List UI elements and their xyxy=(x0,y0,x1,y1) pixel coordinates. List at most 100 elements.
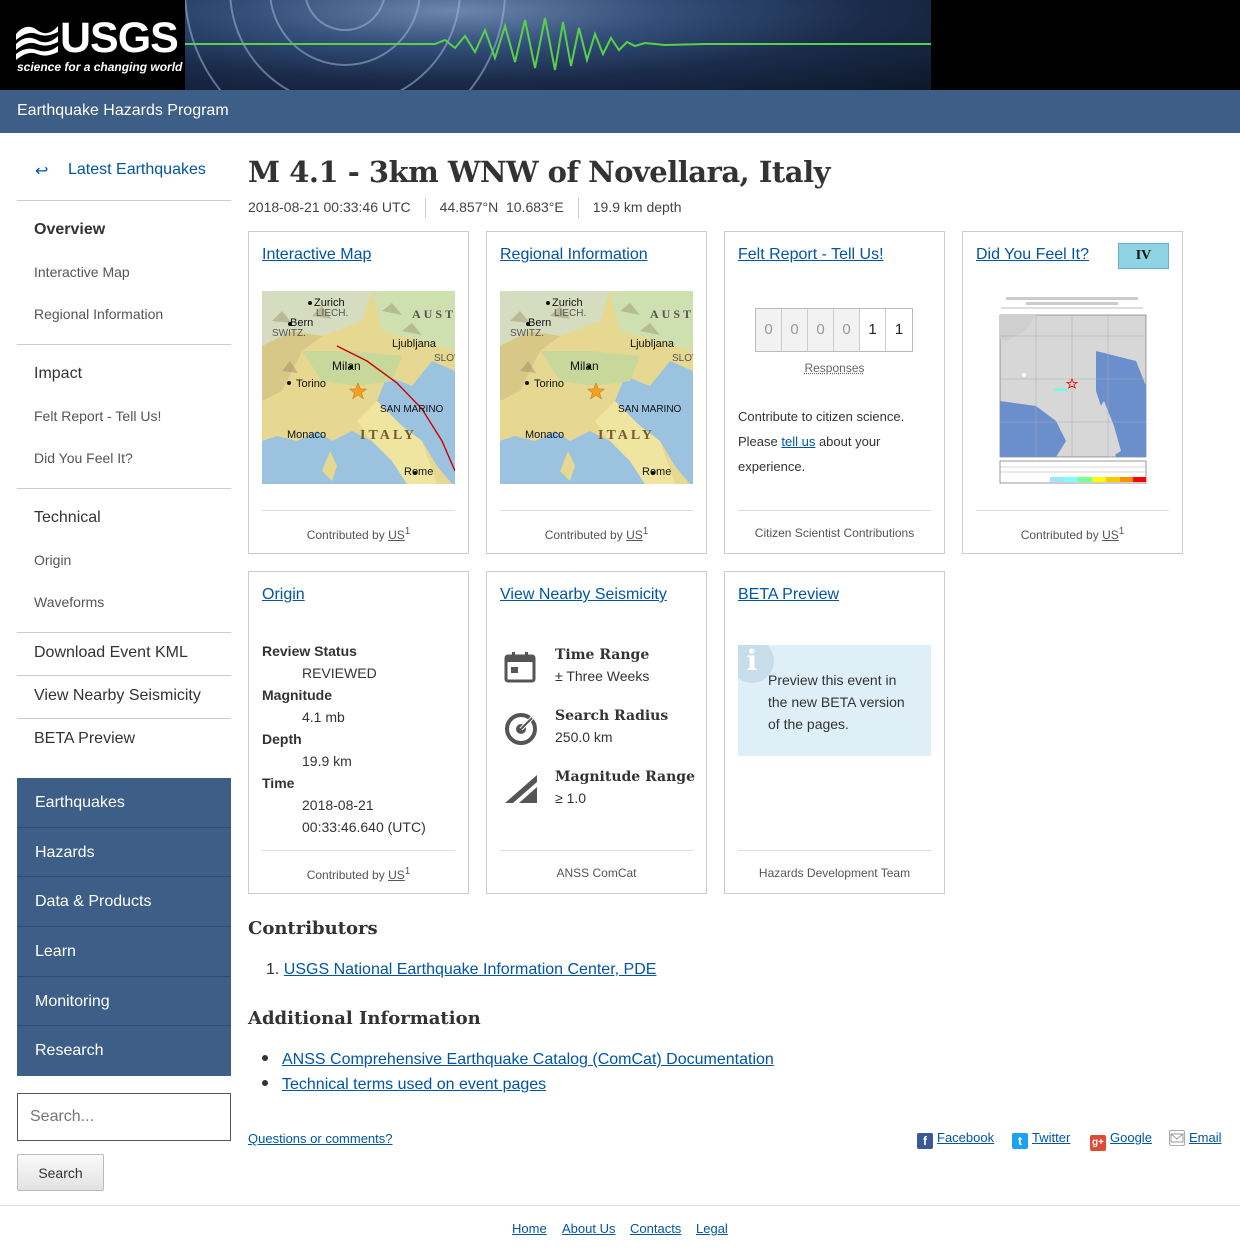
card-footer: ANSS ComCat xyxy=(556,866,637,880)
contributor-source[interactable]: US xyxy=(626,528,643,542)
interactive-map-card[interactable]: Interactive Map Zurich LIECH. Bern SWITZ… xyxy=(248,231,469,554)
meta-divider xyxy=(424,198,426,218)
list-bullet xyxy=(262,1079,268,1086)
nav-research[interactable]: Research xyxy=(17,1026,231,1076)
sidebar-divider xyxy=(17,718,231,719)
nav-hazards[interactable]: Hazards xyxy=(17,828,231,878)
nav-data-products[interactable]: Data & Products xyxy=(17,877,231,928)
contributed-by-label: Contributed by xyxy=(306,868,385,882)
seismogram-banner xyxy=(185,0,931,90)
program-title-link[interactable]: Earthquake Hazards Program xyxy=(17,102,229,120)
sidebar-item-waveforms[interactable]: Waveforms xyxy=(34,594,104,610)
sidebar-item-regional-information[interactable]: Regional Information xyxy=(34,306,163,322)
share-twitter[interactable]: t Twitter xyxy=(1012,1130,1070,1149)
card-footer: Citizen Scientist Contributions xyxy=(754,526,915,540)
share-email[interactable]: Email xyxy=(1169,1130,1222,1146)
card-divider xyxy=(500,510,693,511)
contributor-source[interactable]: US xyxy=(388,528,405,542)
responses-label: Responses xyxy=(804,361,865,375)
card-divider xyxy=(500,850,693,851)
footer-about-link[interactable]: About Us xyxy=(562,1221,615,1236)
latest-earthquakes-link[interactable]: ↩ Latest Earthquakes xyxy=(17,133,231,201)
sidebar-item-felt-report[interactable]: Felt Report - Tell Us! xyxy=(34,408,161,424)
nearby-seismicity-card[interactable]: View Nearby Seismicity Time Range ± Thre… xyxy=(486,571,707,894)
nav-monitoring[interactable]: Monitoring xyxy=(17,977,231,1027)
map-label-san-marino: SAN MARINO xyxy=(380,404,444,415)
interactive-map-thumbnail[interactable]: Zurich LIECH. Bern SWITZ. AUSTR Ljubljan… xyxy=(262,291,455,484)
map-label-slov: SLOV xyxy=(672,353,693,364)
intensity-badge: IV xyxy=(1118,243,1169,269)
technical-terms-link[interactable]: Technical terms used on event pages xyxy=(282,1076,546,1093)
questions-link[interactable]: Questions or comments? xyxy=(248,1131,393,1146)
search-radius-row: Search Radius 250.0 km xyxy=(500,708,700,758)
share-facebook-label: Facebook xyxy=(937,1130,995,1145)
sidebar-item-dyfi[interactable]: Did You Feel It? xyxy=(34,450,133,466)
event-meta: 2018-08-21 00:33:46 UTC 44.857°N 10.683°E… xyxy=(248,198,681,218)
footer-home-link[interactable]: Home xyxy=(512,1221,547,1236)
footer-legal-link[interactable]: Legal xyxy=(696,1221,728,1236)
sidebar-item-download-kml[interactable]: Download Event KML xyxy=(34,644,188,662)
sidebar-item-beta-preview[interactable]: BETA Preview xyxy=(34,730,135,748)
time-clock-value: 00:33:46.640 (UTC) xyxy=(302,819,426,835)
event-longitude: 10.683°E xyxy=(505,198,564,215)
review-status-value: REVIEWED xyxy=(302,665,377,681)
event-time: 2018-08-21 00:33:46 UTC xyxy=(248,198,411,215)
sidebar-item-impact[interactable]: Impact xyxy=(34,365,82,383)
felt-report-link[interactable]: Felt Report - Tell Us! xyxy=(738,246,884,264)
sidebar-item-origin[interactable]: Origin xyxy=(34,552,71,568)
comcat-docs-link[interactable]: ANSS Comprehensive Earthquake Catalog (C… xyxy=(282,1051,774,1068)
dyfi-intensity-map[interactable] xyxy=(996,291,1148,491)
counter-digit: 0 xyxy=(782,309,808,351)
sidebar-divider xyxy=(17,632,231,633)
contributors-heading: Contributors xyxy=(248,918,378,939)
sidebar-divider xyxy=(17,675,231,676)
tell-us-link[interactable]: tell us xyxy=(781,434,815,449)
share-facebook[interactable]: f Facebook xyxy=(917,1130,994,1149)
footer-contacts-link[interactable]: Contacts xyxy=(630,1221,681,1236)
search-radius-label: Search Radius xyxy=(555,708,669,724)
sidebar-item-interactive-map[interactable]: Interactive Map xyxy=(34,264,130,280)
dyfi-card[interactable]: Did You Feel It? IV Contributed by US1 xyxy=(962,231,1183,554)
search-button[interactable]: Search xyxy=(17,1154,104,1191)
list-bullet xyxy=(262,1054,268,1061)
card-divider xyxy=(262,510,455,511)
origin-card[interactable]: Origin Review Status REVIEWED Magnitude … xyxy=(248,571,469,894)
nearby-seismicity-link[interactable]: View Nearby Seismicity xyxy=(500,586,667,604)
share-google[interactable]: g+ Google xyxy=(1090,1130,1152,1151)
card-footer: Contributed by US1 xyxy=(249,526,468,542)
contributor-ref: 1 xyxy=(404,866,411,877)
additional-info-heading: Additional Information xyxy=(248,1008,481,1029)
contributor-source[interactable]: US xyxy=(388,868,405,882)
search-input[interactable] xyxy=(17,1093,231,1141)
sidebar-item-nearby-seismicity[interactable]: View Nearby Seismicity xyxy=(34,687,201,705)
share-google-label: Google xyxy=(1110,1130,1152,1145)
contributor-source[interactable]: US xyxy=(1102,528,1119,542)
contributor-number: 1. xyxy=(266,961,284,978)
magnitude-range-value: ≥ 1.0 xyxy=(555,790,587,806)
sidebar-item-overview[interactable]: Overview xyxy=(34,221,105,239)
nav-earthquakes[interactable]: Earthquakes xyxy=(17,778,231,828)
beta-preview-link[interactable]: BETA Preview xyxy=(738,586,839,604)
nav-learn[interactable]: Learn xyxy=(17,927,231,977)
latest-earthquakes-label[interactable]: Latest Earthquakes xyxy=(68,161,206,179)
map-label-switz: SWITZ. xyxy=(510,328,544,339)
magnitude-label: Magnitude xyxy=(262,687,332,703)
counter-digit: 1 xyxy=(860,309,886,351)
sidebar-item-technical[interactable]: Technical xyxy=(34,509,101,527)
origin-details: Review Status REVIEWED Magnitude 4.1 mb … xyxy=(262,640,426,838)
facebook-icon: f xyxy=(917,1133,933,1149)
origin-link[interactable]: Origin xyxy=(262,586,305,604)
contributor-link[interactable]: USGS National Earthquake Information Cen… xyxy=(284,961,657,978)
felt-report-card[interactable]: Felt Report - Tell Us! 0 0 0 0 1 1 Respo… xyxy=(724,231,945,554)
map-label-slov: SLOV xyxy=(434,353,455,364)
regional-information-link[interactable]: Regional Information xyxy=(500,246,648,264)
regional-information-card[interactable]: Regional Information Zurich LIECH. Bern … xyxy=(486,231,707,554)
magnitude-ramp-icon xyxy=(505,775,537,803)
regional-map-thumbnail[interactable]: Zurich LIECH. Bern SWITZ. AUSTR Ljubljan… xyxy=(500,291,693,484)
beta-preview-card[interactable]: BETA Preview i Preview this event in the… xyxy=(724,571,945,894)
usgs-logo[interactable]: USGS science for a changing world xyxy=(14,14,182,76)
meta-divider xyxy=(577,198,579,218)
dyfi-link[interactable]: Did You Feel It? xyxy=(976,246,1089,264)
counter-digit: 0 xyxy=(756,309,782,351)
interactive-map-link[interactable]: Interactive Map xyxy=(262,246,371,264)
